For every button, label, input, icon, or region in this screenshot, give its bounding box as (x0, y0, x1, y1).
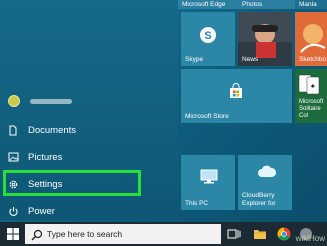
solitaire-cards-icon: ♠ (298, 74, 320, 95)
taskbar-search-box[interactable] (25, 224, 221, 244)
file-explorer-icon[interactable] (252, 226, 268, 242)
edge-tile-label: Microsoft Edge (182, 1, 226, 8)
user-name-blurred (30, 98, 72, 104)
tile-sketchbook[interactable]: Sketchbo (295, 12, 327, 66)
avatar (8, 95, 20, 107)
store-bag-icon (228, 83, 244, 104)
pictures-icon (0, 152, 26, 162)
tile-skype[interactable]: S Skype (181, 12, 235, 66)
skype-tile-label: Skype (185, 55, 204, 63)
search-input[interactable] (47, 229, 217, 239)
tile-solitaire[interactable]: ♠ Microsoft Solitaire Col (295, 69, 327, 123)
user-account-row[interactable] (0, 91, 160, 111)
start-item-power[interactable]: Power (0, 198, 150, 224)
tile-cloudberry[interactable]: CloudBerry Explorer for (238, 155, 292, 210)
tile-news[interactable]: News (238, 12, 292, 66)
search-icon (31, 228, 43, 241)
solitaire-tile-label: Microsoft Solitaire Col (299, 99, 327, 120)
tile-microsoft-store[interactable]: Microsoft Store (181, 69, 292, 123)
news-tile-label: News (242, 55, 259, 63)
chrome-icon[interactable] (276, 226, 292, 242)
documents-label: Documents (28, 124, 77, 136)
cloudberry-label-line1: CloudBerry (242, 192, 275, 200)
start-item-documents[interactable]: Documents (0, 117, 150, 143)
pictures-label: Pictures (28, 151, 63, 163)
watermark: wikiHow (295, 234, 325, 243)
cloudberry-tile-label: CloudBerry Explorer for (242, 192, 276, 207)
tile-photos-strip[interactable]: Photos (238, 0, 296, 9)
start-item-pictures[interactable]: Pictures (0, 144, 150, 170)
power-icon (0, 206, 26, 217)
solitaire-label-line2: Solitaire Col (299, 106, 321, 120)
document-icon (0, 125, 26, 136)
task-view-icon[interactable] (226, 226, 242, 242)
store-tile-label: Microsoft Store (185, 112, 229, 120)
tile-far-strip[interactable]: Manla (295, 0, 327, 9)
power-label: Power (28, 205, 55, 217)
photos-tile-label: Photos (242, 1, 263, 8)
skype-icon: S (199, 26, 217, 49)
cloud-icon (258, 165, 277, 184)
svg-text:♠: ♠ (311, 83, 315, 90)
cloudberry-label-line2: Explorer for (242, 199, 276, 207)
this-pc-tile-label: This PC (185, 199, 209, 207)
solitaire-label-line1: Microsoft (299, 99, 324, 106)
monitor-icon (199, 169, 219, 190)
far-tile-label: Manla (299, 1, 317, 8)
sketchbook-tile-label: Sketchbo (299, 55, 327, 63)
settings-highlight-box (3, 170, 141, 196)
tile-this-pc[interactable]: This PC (181, 155, 235, 210)
windows-start-icon[interactable] (5, 226, 21, 242)
svg-text:S: S (204, 30, 211, 42)
